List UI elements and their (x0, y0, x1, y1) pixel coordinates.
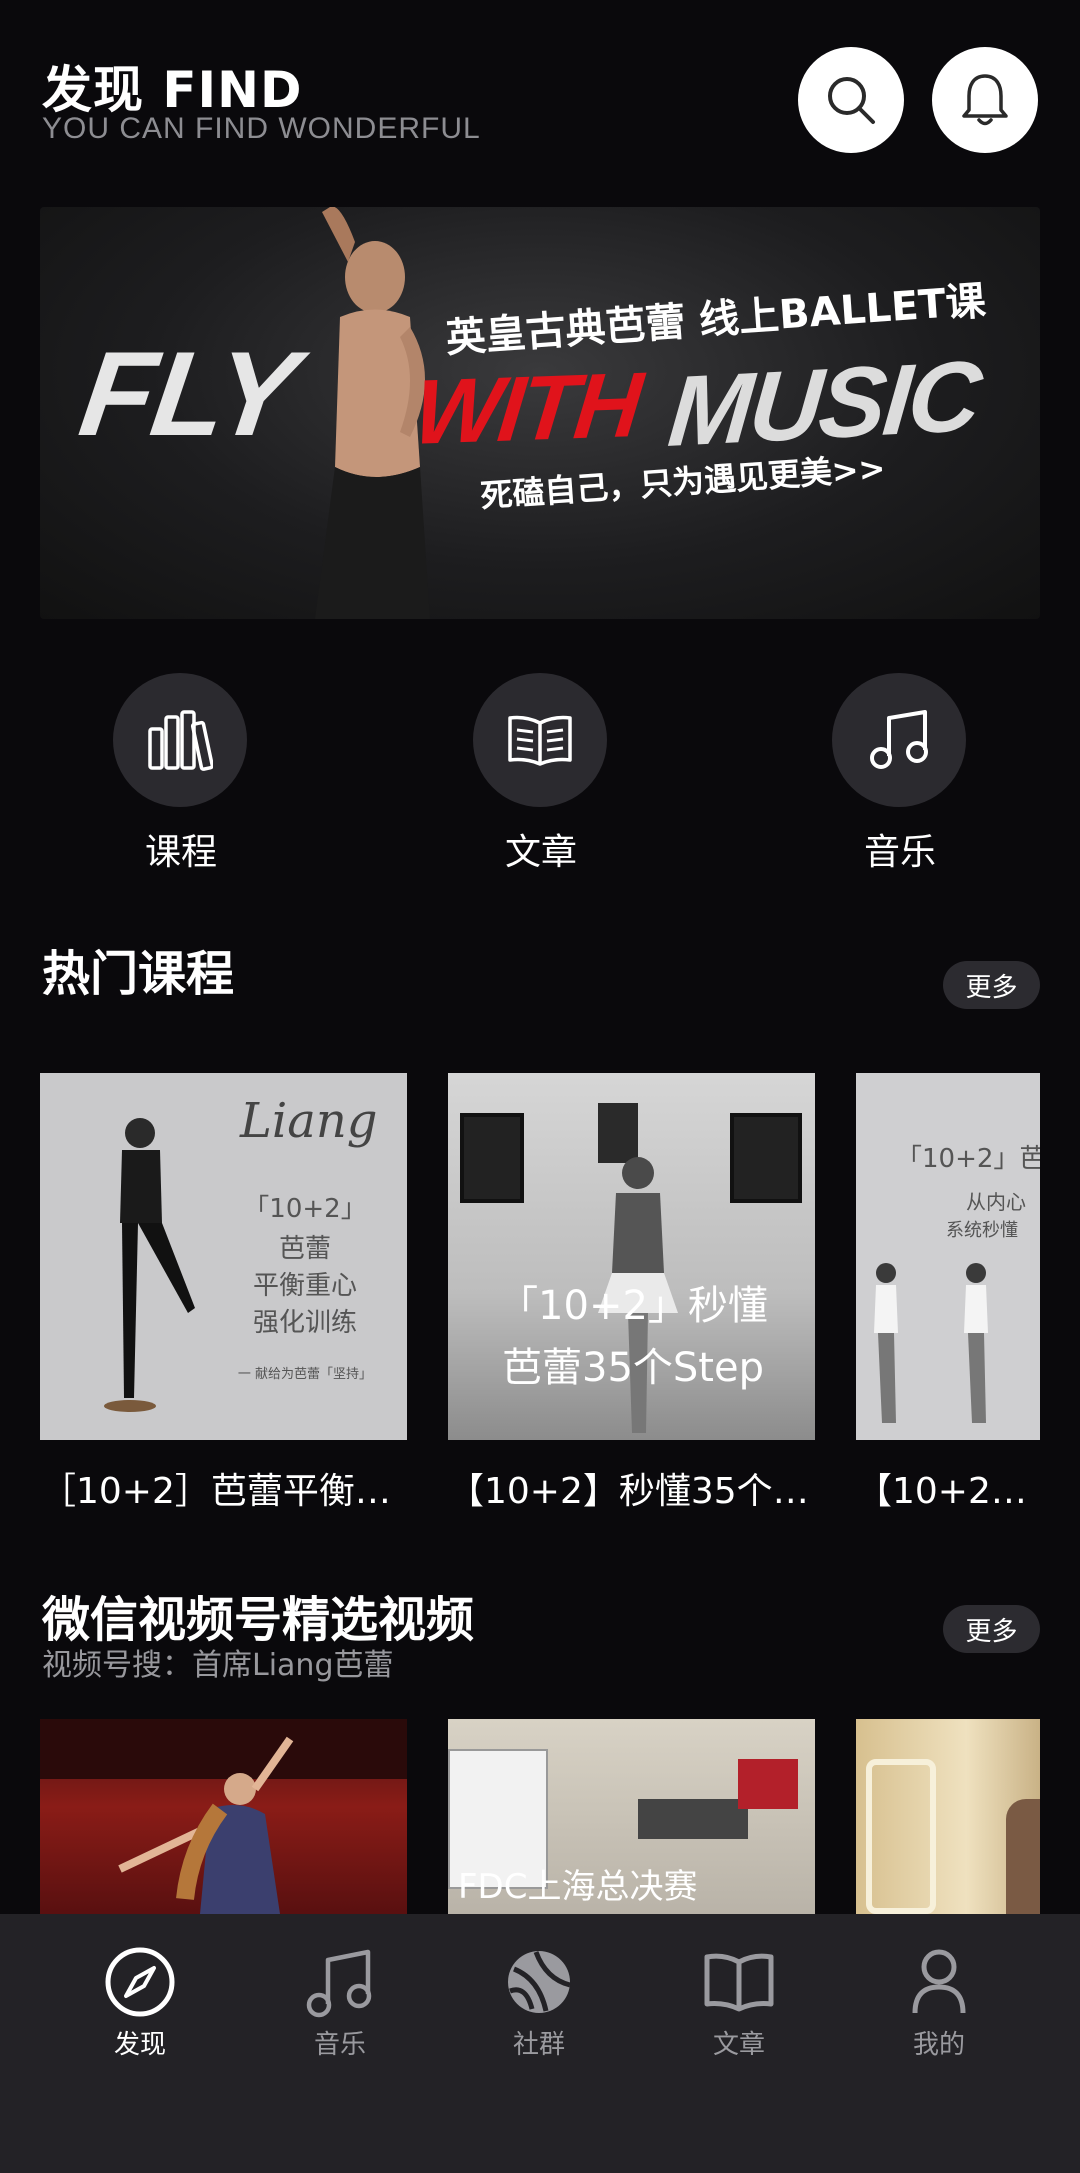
quick-nav-articles[interactable]: 文章 (473, 673, 609, 875)
video-thumbnail[interactable] (40, 1719, 407, 1914)
course-thumbnail: 「10+2」芭 从内心 系统秒懂 (856, 1073, 1040, 1440)
course-caption: ［10+2］芭蕾平衡重心强化训练 (40, 1471, 407, 1512)
music-note-icon (870, 710, 928, 769)
tab-discover[interactable]: 发现 (70, 1944, 210, 2061)
quick-nav-courses-circle (113, 673, 247, 807)
course-card[interactable]: 「10+2」秒懂 芭蕾35个Step 【10+2】秒懂35个芭蕾Step (448, 1073, 815, 1514)
course-caption: 【10+2】芭蕾 (856, 1471, 1040, 1512)
search-button[interactable] (798, 47, 904, 153)
course-thumbnail: 「10+2」秒懂 芭蕾35个Step (448, 1073, 815, 1440)
page-subtitle: YOU CAN FIND WONDERFUL (42, 112, 481, 145)
music-note-icon (306, 1949, 372, 2018)
banner-word-with: WITH (409, 354, 644, 464)
open-book-icon (508, 715, 572, 766)
course-thumb-line: 芭蕾35个Step (502, 1345, 764, 1391)
course-thumb-line: 「10+2」 (243, 1194, 367, 1224)
tab-articles[interactable]: 文章 (669, 1944, 809, 2061)
video-thumbnail[interactable]: FDC上海总决赛 (448, 1719, 815, 1914)
quick-nav-articles-circle (473, 673, 607, 807)
tab-community[interactable]: 社群 (469, 1944, 609, 2061)
tab-bar: 发现 音乐 社群 文章 我的 (0, 1914, 1080, 2173)
promo-banner[interactable]: FLY WITH MUSIC 英皇古典芭蕾 线上BALLET课 死磕自己，只为遇… (40, 207, 1040, 619)
search-icon (828, 77, 875, 124)
hot-courses-title: 热门课程 (42, 946, 235, 1002)
dancers-figure (874, 1263, 988, 1423)
course-thumb-line: 「10+2」芭 (896, 1144, 1040, 1174)
tab-label: 社群 (512, 2030, 565, 2060)
person-icon (912, 1949, 966, 2014)
video-thumbnail[interactable] (856, 1719, 1040, 1914)
course-thumb-line: 芭蕾 (278, 1234, 331, 1264)
tab-label: 发现 (113, 2030, 166, 2060)
notification-button[interactable] (932, 47, 1038, 153)
books-icon (148, 710, 213, 771)
quick-nav-courses[interactable]: 课程 (113, 673, 249, 875)
course-card[interactable]: Liang 「10+2」 芭蕾 平衡重心 强化训练 一 献给为芭蕾「坚持」 ［1… (40, 1073, 407, 1514)
course-thumb-line: 系统秒懂 (946, 1220, 1018, 1241)
open-book-icon (704, 1953, 774, 2012)
tab-music[interactable]: 音乐 (270, 1944, 410, 2061)
header: 发现 FIND YOU CAN FIND WONDERFUL (0, 0, 1080, 190)
videos-more-button[interactable]: 更多 (943, 1605, 1040, 1653)
quick-nav-label: 文章 (504, 832, 577, 873)
dancer-figure (104, 1118, 195, 1412)
dancer-figure (118, 1736, 294, 1914)
course-thumbnail: Liang 「10+2」 芭蕾 平衡重心 强化训练 一 献给为芭蕾「坚持」 (40, 1073, 407, 1440)
course-thumb-footer: 一 献给为芭蕾「坚持」 (237, 1367, 373, 1382)
tab-profile[interactable]: 我的 (869, 1944, 1009, 2061)
quick-nav-label: 音乐 (863, 832, 936, 873)
compass-icon (105, 1947, 175, 2017)
hot-courses-more-button[interactable]: 更多 (943, 961, 1040, 1009)
course-card[interactable]: 「10+2」芭 从内心 系统秒懂 【10+2】芭蕾 (856, 1073, 1040, 1514)
quick-nav-label: 课程 (144, 832, 217, 873)
course-caption: 【10+2】秒懂35个芭蕾Step (448, 1471, 815, 1512)
banner-word-fly: FLY (72, 327, 304, 461)
course-thumb-line: 平衡重心 (252, 1271, 357, 1301)
course-thumb-brand: Liang (240, 1093, 378, 1149)
course-thumb-line: 「10+2」秒懂 (498, 1283, 768, 1329)
tab-label: 音乐 (313, 2030, 366, 2060)
videos-subtitle: 视频号搜：首席Liang芭蕾 (42, 1648, 394, 1683)
course-thumb-line: 强化训练 (252, 1308, 357, 1338)
tab-label: 我的 (912, 2030, 965, 2060)
course-thumb-line: 从内心 (966, 1190, 1026, 1214)
video-overlay-text: FDC上海总决赛 (458, 1867, 698, 1907)
quick-nav-music[interactable]: 音乐 (832, 673, 968, 875)
ball-icon (508, 1951, 571, 2013)
tab-label: 文章 (712, 2030, 765, 2060)
bell-icon (962, 74, 1008, 126)
quick-nav-music-circle (832, 673, 966, 807)
